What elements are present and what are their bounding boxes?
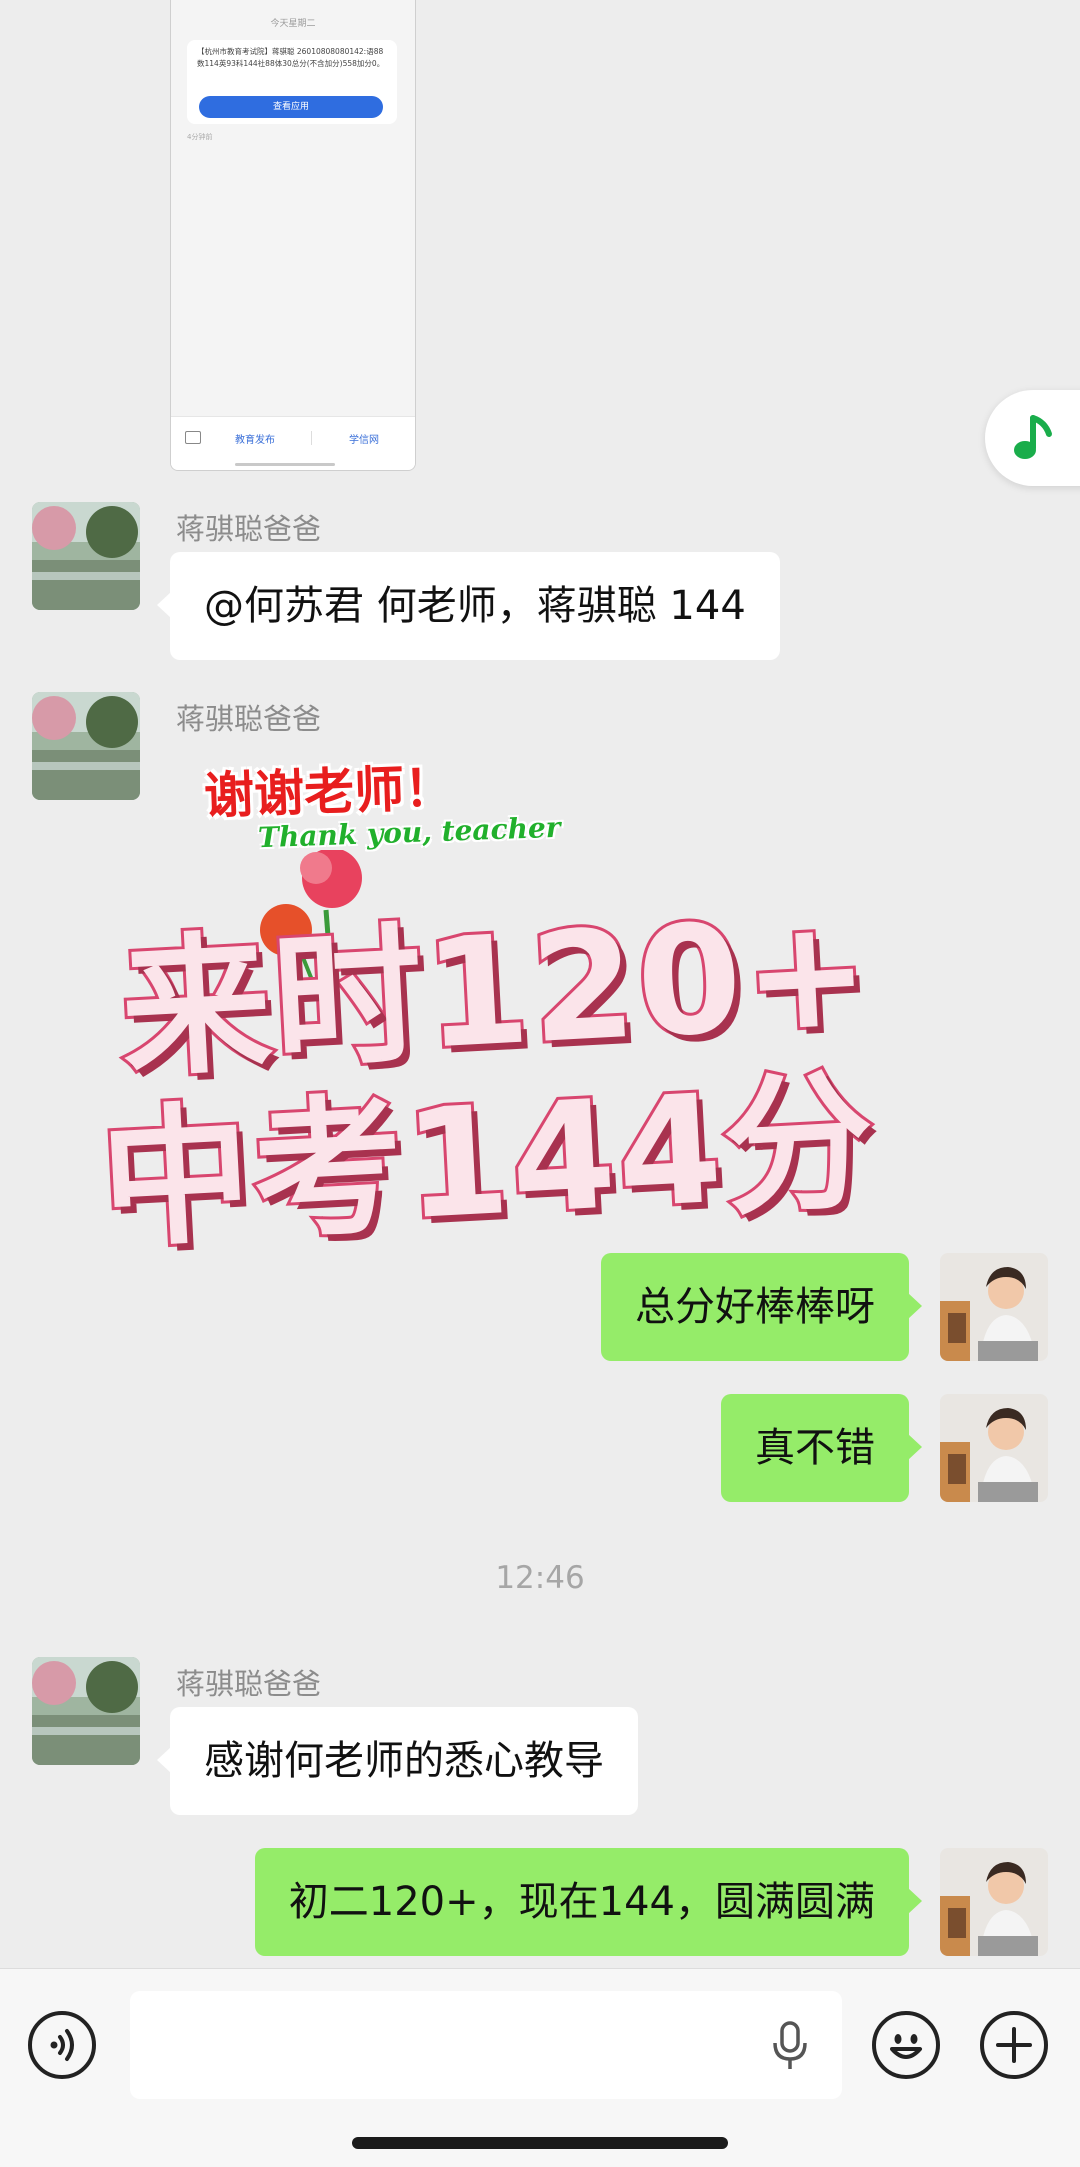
voice-icon [50,2029,74,2061]
message-bubble[interactable]: 感谢何老师的悉心教导 [157,1707,638,1815]
sender-name: 蒋骐聪爸爸 [176,1667,322,1701]
sender-avatar[interactable] [32,502,140,610]
screenshot-sms-card: 【杭州市教育考试院】蒋骐聪 2601080808014​2:语88数114英93… [187,40,397,124]
message-bubble[interactable]: 初二120+，现在144，圆满圆满 [254,1848,923,1956]
screenshot-tab-xuexin: 学信网 [349,435,379,446]
screenshot-home-indicator [235,463,335,466]
my-avatar[interactable] [940,1394,1048,1502]
home-indicator[interactable] [352,2137,728,2149]
divider [311,431,312,445]
my-avatar[interactable] [940,1253,1048,1361]
chat-input-bar [0,1968,1080,2167]
screenshot-bottom-bar: 教育发布 学信网 [171,416,415,470]
floating-music-button[interactable] [985,390,1080,486]
emoji-icon [890,2034,922,2059]
message-input[interactable] [130,1991,842,2099]
message-bubble[interactable]: 总分好棒棒呀 [601,1253,922,1361]
embedded-screenshot-image[interactable]: 今天星期二 【杭州市教育考试院】蒋骐聪 2601080808014​2:语88数… [170,0,416,471]
sticker-message[interactable]: 谢谢老师！ Thank you, teacher 来时120+ 中考144分 [94,740,916,1272]
screenshot-view-app-button: 查看应用 [199,96,383,118]
message-bubble[interactable]: @何苏君 何老师，蒋骐聪 144 [157,552,780,660]
screenshot-tab-education: 教育发布 [235,435,275,446]
emoji-button[interactable] [872,2011,940,2079]
keyboard-icon [185,431,201,444]
microphone-icon[interactable] [770,2021,810,2071]
music-note-icon [1014,415,1052,459]
more-options-button[interactable] [980,2011,1048,2079]
screenshot-sms-text: 【杭州市教育考试院】蒋骐聪 2601080808014​2:语88数114英93… [197,47,385,68]
screenshot-meta-text: 4分钟前 [187,133,213,141]
plus-icon [996,2027,1032,2063]
screenshot-date-label: 今天星期二 [270,19,316,29]
my-avatar[interactable] [940,1848,1048,1956]
sender-avatar[interactable] [32,1657,140,1765]
voice-toggle-button[interactable] [28,2011,96,2079]
sender-name: 蒋骐聪爸爸 [176,512,322,546]
sticker-line-2: 中考144分 [94,1052,883,1272]
sender-name: 蒋骐聪爸爸 [176,702,322,736]
message-bubble[interactable]: 真不错 [721,1394,922,1502]
message-timestamp: 12:46 [495,1560,585,1596]
